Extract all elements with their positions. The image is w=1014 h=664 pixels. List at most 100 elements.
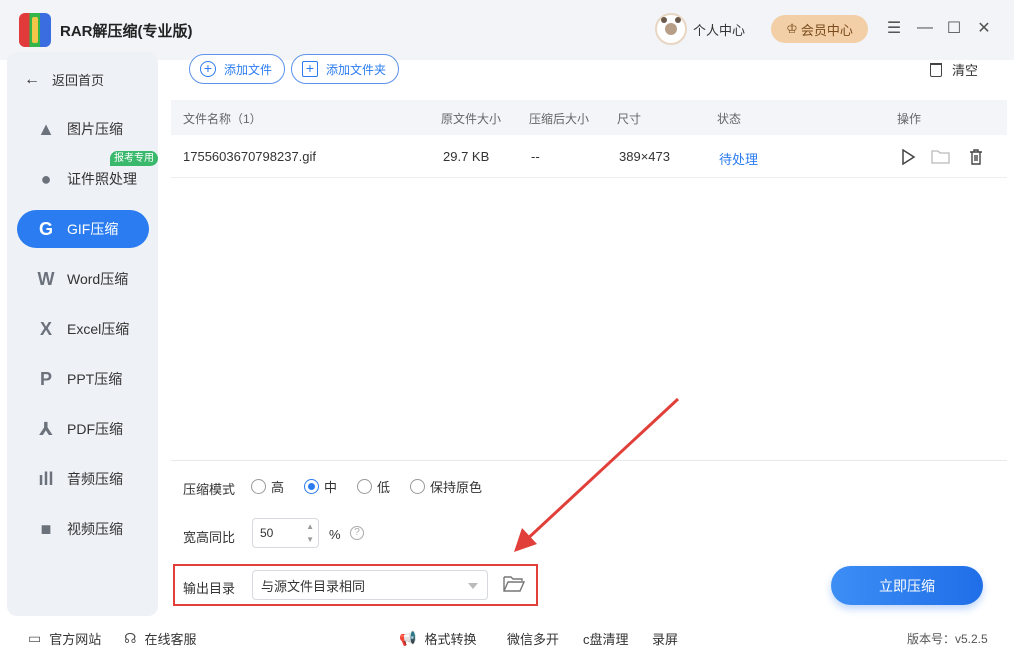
mode-original-label: 保持原色 [430,480,483,495]
ratio-input[interactable]: 50 ▲ ▼ [252,518,319,548]
mode-radio-low[interactable]: 低 [357,477,390,496]
service-label: 在线客服 [144,632,197,647]
mode-low-label: 低 [377,480,391,495]
monitor-icon: ▭ [28,630,42,646]
help-icon[interactable]: ? [350,526,364,540]
screen-record-link[interactable]: 录屏 [652,629,678,648]
column-header-dimensions: 尺寸 [617,112,642,126]
vip-center-label: 会员中心 [800,22,853,38]
panda-avatar-icon [655,13,687,45]
sidebar-item-image[interactable]: ▲ 图片压缩 [17,110,149,148]
column-header-actions: 操作 [897,112,922,126]
add-file-label: 添加文件 [224,62,273,77]
sidebar-item-ppt[interactable]: P PPT压缩 [17,360,149,398]
column-header-name: 文件名称（1） [183,112,262,126]
gif-icon: G [38,218,53,239]
word-icon: W [37,268,55,289]
website-label: 官方网站 [49,632,102,647]
radio-dot [357,479,372,494]
excel-icon: X [39,318,52,339]
browse-folder-icon[interactable] [503,575,526,593]
footer: ▭ 官方网站 ☊ 在线客服 📢 格式转换 微信多开 c盘清理 录屏 版本号：v5… [0,616,1014,664]
sidebar-item-label: PPT压缩 [67,371,123,387]
sidebar-item-label: 音频压缩 [67,471,123,487]
sidebar-item-label: 证件照处理 [67,171,137,187]
sidebar-item-excel[interactable]: X Excel压缩 [17,310,149,348]
pdf-icon: ⅄ [39,418,53,439]
sidebar-item-label: Word压缩 [67,271,129,287]
headset-icon: ☊ [124,630,137,646]
sidebar-item-audio[interactable]: ıll 音频压缩 [17,460,149,498]
column-header-status: 状态 [717,112,742,126]
folder-plus-icon: + [302,61,318,77]
user-center-button[interactable]: 个人中心 [655,12,745,46]
open-folder-icon[interactable] [931,147,951,167]
sidebar-item-video[interactable]: ■ 视频压缩 [17,510,149,548]
mode-medium-label: 中 [324,480,338,495]
website-link[interactable]: ▭ 官方网站 [28,629,101,648]
file-size: 29.7 KB [443,149,490,164]
plus-circle-icon: + [200,61,216,77]
column-header-compressed: 压缩后大小 [529,112,590,126]
service-link[interactable]: ☊ 在线客服 [124,629,196,648]
ppt-icon: P [39,368,52,389]
audio-icon: ıll [38,468,54,489]
sidebar-item-label: 视频压缩 [67,521,123,537]
sidebar-item-id-photo[interactable]: ● 证件照处理 [17,160,149,198]
sidebar-item-label: 图片压缩 [67,121,123,137]
sidebar-item-label: PDF压缩 [67,421,123,437]
format-convert-label: 格式转换 [424,632,477,647]
format-convert-link[interactable]: 📢 格式转换 [399,629,476,648]
mode-radio-high[interactable]: 高 [251,477,284,496]
sidebar-item-gif[interactable]: G GIF压缩 [17,210,149,248]
mode-radio-original[interactable]: 保持原色 [410,477,482,496]
megaphone-icon: 📢 [399,630,417,646]
sidebar-item-word[interactable]: W Word压缩 [17,260,149,298]
c-drive-clean-link[interactable]: c盘清理 [583,629,629,648]
vip-center-button[interactable]: ♔ 会员中心 [771,15,868,43]
arrow-left-icon: ← [24,70,40,88]
chevron-down-icon [468,583,478,589]
add-folder-label: 添加文件夹 [326,62,387,77]
clear-button[interactable]: 清空 [930,60,978,79]
file-name: 1755603670798237.gif [183,149,317,164]
add-folder-button[interactable]: + 添加文件夹 [291,54,400,84]
close-icon[interactable]: ✕ [972,16,996,40]
add-file-button[interactable]: + 添加文件 [189,54,286,84]
title-bar: RAR解压缩(专业版) 个人中心 ♔ 会员中心 ☰ — ☐ ✕ [0,0,1014,60]
sidebar-item-label: Excel压缩 [67,321,130,337]
id-photo-icon: ● [40,168,52,189]
compressed-size: -- [531,149,540,164]
user-center-label: 个人中心 [693,22,746,38]
output-dir-value: 与源文件目录相同 [261,578,366,594]
stepper-up-icon[interactable]: ▲ [306,522,314,531]
stepper-down-icon[interactable]: ▼ [306,535,314,544]
video-icon: ■ [40,518,52,539]
app-logo-icon [19,13,51,47]
wechat-multi-link[interactable]: 微信多开 [507,629,559,648]
table-row[interactable]: 1755603670798237.gif 29.7 KB -- 389×473 … [171,136,1007,178]
ratio-label: 宽高同比 [183,530,236,545]
maximize-icon[interactable]: ☐ [942,16,966,40]
sidebar-item-pdf[interactable]: ⅄ PDF压缩 [17,410,149,448]
column-header-size: 原文件大小 [441,112,502,126]
delete-icon[interactable] [966,147,986,167]
trash-icon [930,62,942,77]
back-home-link[interactable]: ← 返回首页 [24,70,104,89]
output-dir-select[interactable]: 与源文件目录相同 [252,570,488,600]
file-dimensions: 389×473 [619,149,670,164]
status-text: 待处理 [719,152,759,167]
crown-icon: ♔ [786,21,798,36]
app-title: RAR解压缩(专业版) [60,23,193,40]
play-icon[interactable] [898,147,918,167]
back-home-label: 返回首页 [52,73,105,88]
version-text: 版本号：v5.2.5 [907,632,988,646]
table-header: 文件名称（1） 原文件大小 压缩后大小 尺寸 状态 操作 [171,100,1007,135]
mode-radio-medium[interactable]: 中 [304,477,337,496]
radio-dot [304,479,319,494]
menu-icon[interactable]: ☰ [882,16,906,40]
compress-now-button[interactable]: 立即压缩 [831,566,983,605]
radio-dot [251,479,266,494]
ratio-unit: % [329,527,341,542]
minimize-icon[interactable]: — [913,16,937,40]
